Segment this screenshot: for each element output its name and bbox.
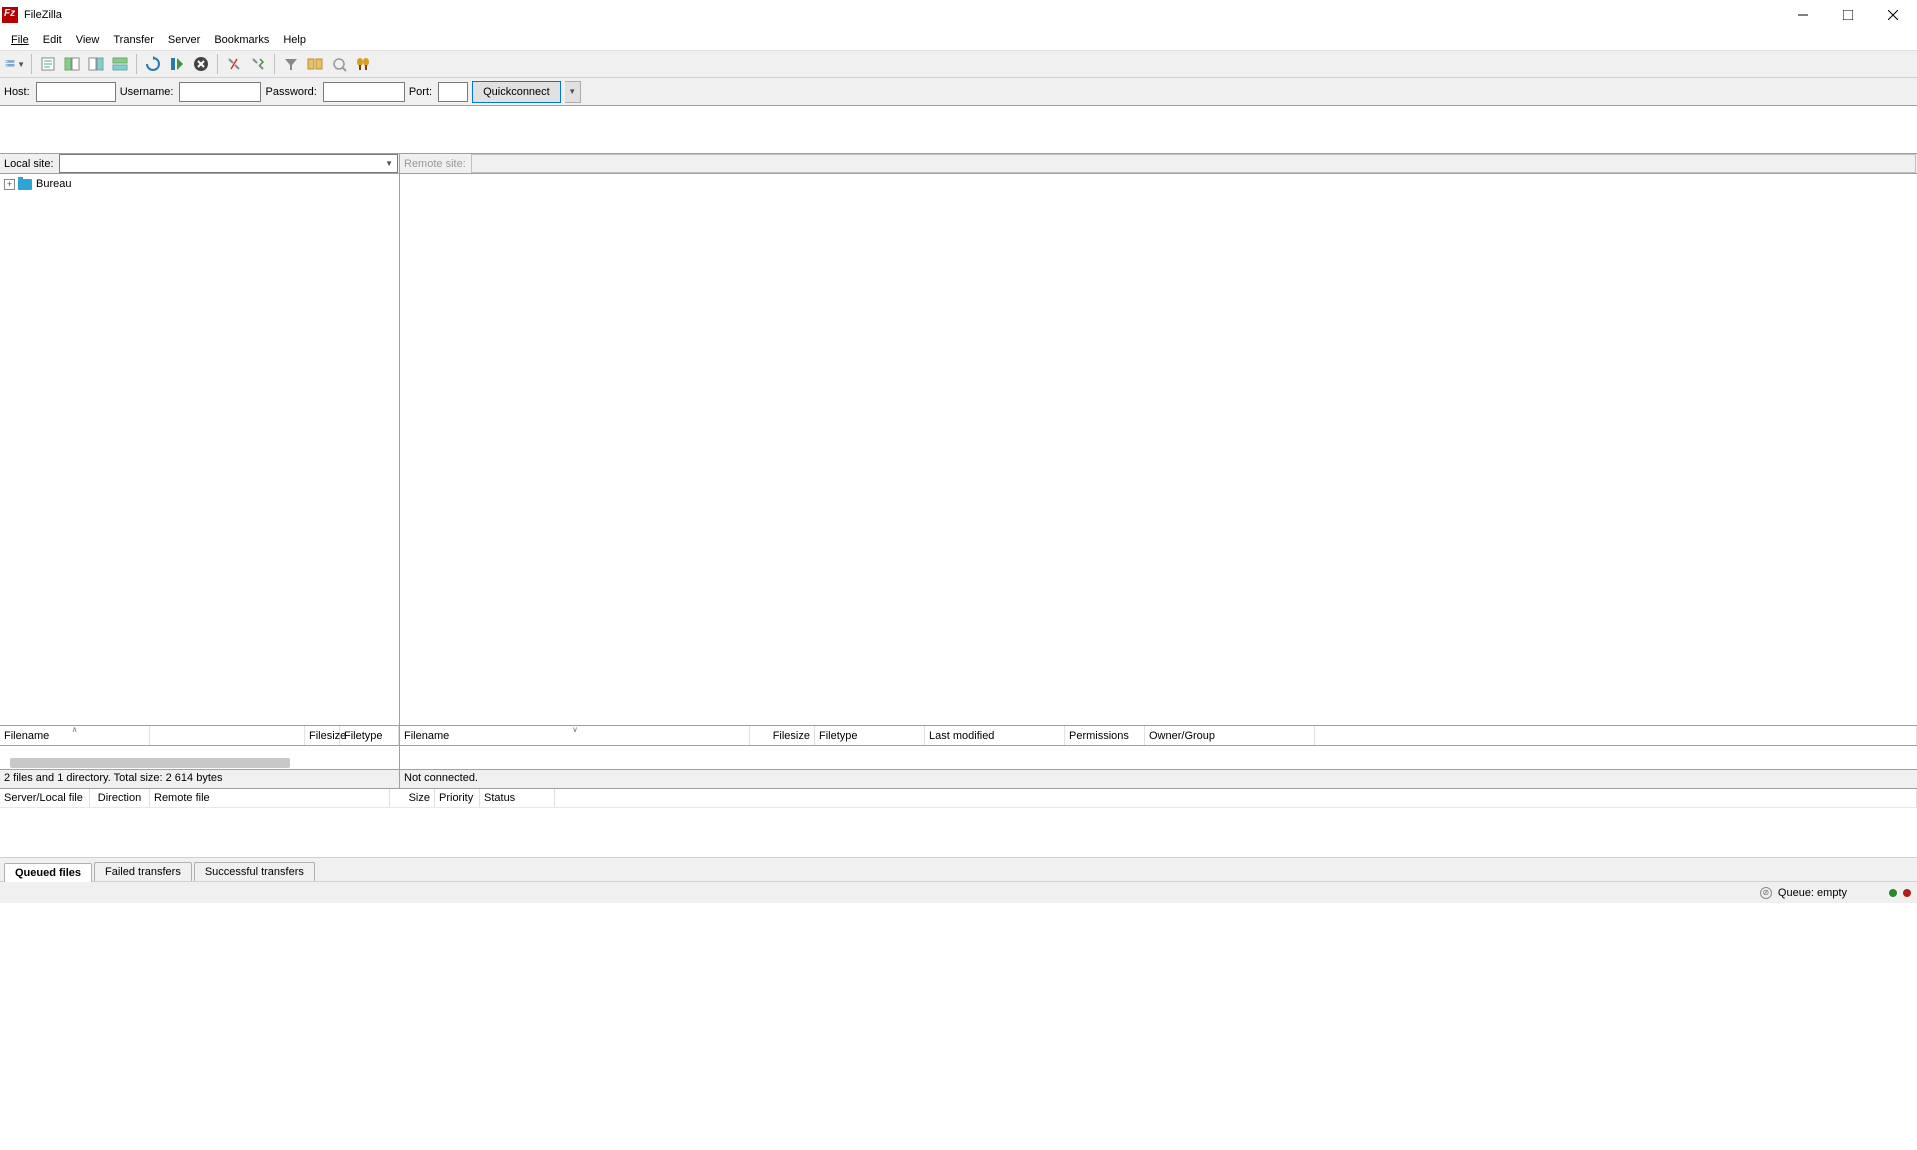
file-list-bodies	[0, 746, 1917, 770]
password-input[interactable]	[323, 82, 405, 102]
local-file-list[interactable]	[0, 746, 400, 769]
toggle-message-log-button[interactable]	[37, 53, 59, 75]
sync-browse-button[interactable]	[328, 53, 350, 75]
local-site-label: Local site:	[0, 158, 58, 170]
menu-bookmarks[interactable]: Bookmarks	[207, 32, 276, 48]
menu-file[interactable]: File	[4, 32, 36, 48]
window-title: FileZilla	[24, 9, 62, 21]
queue-tabs: Queued files Failed transfers Successful…	[0, 858, 1917, 881]
site-manager-button[interactable]: ▼	[4, 53, 26, 75]
filter-button[interactable]	[280, 53, 302, 75]
username-label: Username:	[120, 86, 174, 98]
tab-queued-files[interactable]: Queued files	[4, 863, 92, 882]
menu-view[interactable]: View	[69, 32, 107, 48]
tree-item[interactable]: + Bureau	[4, 176, 395, 192]
toggle-queue-button[interactable]	[109, 53, 131, 75]
col-server-local[interactable]: Server/Local file	[0, 789, 90, 807]
local-site-combo[interactable]: ▼	[59, 154, 398, 173]
col-permissions[interactable]: Permissions	[1065, 726, 1145, 745]
col-filename[interactable]: Filename∨	[400, 726, 750, 745]
local-list-header: Filename∧ Filesize Filetype	[0, 726, 400, 745]
minimize-button[interactable]	[1780, 0, 1825, 30]
quickconnect-button[interactable]: Quickconnect	[472, 81, 561, 103]
col-filesize[interactable]: Filesize	[305, 726, 340, 745]
cancel-button[interactable]	[190, 53, 212, 75]
col-filesize[interactable]: Filesize	[750, 726, 815, 745]
remote-site-combo	[471, 154, 1916, 173]
app-icon	[2, 7, 18, 23]
local-status: 2 files and 1 directory. Total size: 2 6…	[0, 770, 400, 788]
col-spacer	[1315, 726, 1917, 745]
host-input[interactable]	[36, 82, 116, 102]
disconnect-button[interactable]	[223, 53, 245, 75]
file-list-headers: Filename∧ Filesize Filetype Filename∨ Fi…	[0, 726, 1917, 746]
col-remote-file[interactable]: Remote file	[150, 789, 390, 807]
username-input[interactable]	[179, 82, 261, 102]
local-tree[interactable]: + Bureau	[0, 174, 400, 725]
search-button[interactable]	[352, 53, 374, 75]
maximize-button[interactable]	[1825, 0, 1870, 30]
title-bar: FileZilla	[0, 0, 1917, 30]
menu-edit[interactable]: Edit	[36, 32, 69, 48]
queue-icon: ⊘	[1760, 887, 1772, 899]
col-owner-group[interactable]: Owner/Group	[1145, 726, 1315, 745]
col-priority[interactable]: Priority	[435, 789, 480, 807]
menu-bar: File Edit View Transfer Server Bookmarks…	[0, 30, 1917, 50]
col-spacer[interactable]	[150, 726, 305, 745]
tree-item-label: Bureau	[36, 178, 71, 190]
quickconnect-bar: Host: Username: Password: Port: Quickcon…	[0, 78, 1917, 106]
reconnect-button[interactable]	[247, 53, 269, 75]
col-size[interactable]: Size	[390, 789, 435, 807]
menu-server[interactable]: Server	[161, 32, 207, 48]
password-label: Password:	[265, 86, 316, 98]
col-last-modified[interactable]: Last modified	[925, 726, 1065, 745]
chevron-down-icon: ▼	[385, 159, 393, 168]
list-status-row: 2 files and 1 directory. Total size: 2 6…	[0, 770, 1917, 789]
remote-tree[interactable]	[400, 174, 1917, 725]
menu-help[interactable]: Help	[276, 32, 313, 48]
toggle-local-tree-button[interactable]	[61, 53, 83, 75]
refresh-button[interactable]	[142, 53, 164, 75]
status-indicator-green	[1889, 889, 1897, 897]
port-input[interactable]	[438, 82, 468, 102]
port-label: Port:	[409, 86, 432, 98]
horizontal-scrollbar[interactable]	[10, 758, 290, 768]
tab-successful-transfers[interactable]: Successful transfers	[194, 862, 315, 881]
col-filetype[interactable]: Filetype	[815, 726, 925, 745]
remote-status: Not connected.	[400, 770, 1917, 788]
sort-asc-icon: ∨	[572, 725, 578, 734]
close-button[interactable]	[1870, 0, 1915, 30]
col-filename[interactable]: Filename∧	[0, 726, 150, 745]
toggle-remote-tree-button[interactable]	[85, 53, 107, 75]
remote-list-header: Filename∨ Filesize Filetype Last modifie…	[400, 726, 1917, 745]
directory-compare-button[interactable]	[304, 53, 326, 75]
status-indicator-red	[1903, 889, 1911, 897]
expand-icon[interactable]: +	[4, 179, 15, 190]
remote-file-list[interactable]	[400, 746, 1917, 769]
queue-status: Queue: empty	[1778, 887, 1847, 899]
site-bar: Local site: ▼ Remote site:	[0, 154, 1917, 174]
queue-header: Server/Local file Direction Remote file …	[0, 789, 1917, 808]
sort-asc-icon: ∧	[72, 725, 78, 734]
menu-transfer[interactable]: Transfer	[106, 32, 161, 48]
message-log[interactable]	[0, 106, 1917, 154]
process-queue-button[interactable]	[166, 53, 188, 75]
folder-icon	[18, 179, 32, 190]
host-label: Host:	[4, 86, 30, 98]
col-direction[interactable]: Direction	[90, 789, 150, 807]
tab-failed-transfers[interactable]: Failed transfers	[94, 862, 192, 881]
col-spacer	[555, 789, 1917, 807]
col-status[interactable]: Status	[480, 789, 555, 807]
quickconnect-dropdown[interactable]: ▼	[565, 81, 581, 103]
tree-panes: + Bureau	[0, 174, 1917, 726]
col-filetype[interactable]: Filetype	[340, 726, 399, 745]
remote-site-label: Remote site:	[400, 158, 470, 170]
toolbar: ▼	[0, 50, 1917, 78]
status-bar: ⊘ Queue: empty	[0, 881, 1917, 903]
queue-list[interactable]	[0, 808, 1917, 858]
